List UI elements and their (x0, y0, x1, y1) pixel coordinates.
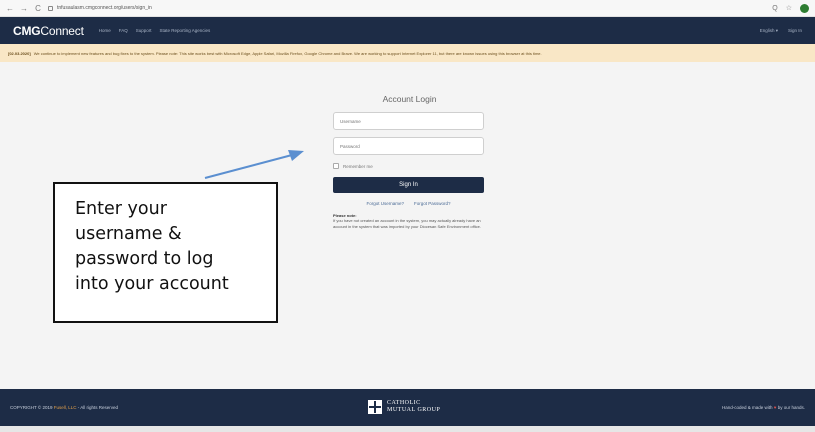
password-input[interactable] (333, 137, 484, 155)
back-icon[interactable]: ← (6, 4, 14, 13)
lock-icon (48, 5, 53, 11)
login-note: Please note: If you have not created an … (333, 213, 493, 229)
nav-link-state-agencies[interactable]: State Reporting Agencies (160, 28, 211, 33)
remember-me-label: Remember me (343, 163, 373, 169)
nav-link-home[interactable]: Home (99, 28, 111, 33)
logo-bold: CMG (13, 23, 41, 38)
username-input[interactable] (333, 112, 484, 130)
nav-link-faq[interactable]: FAQ (119, 28, 128, 33)
browser-toolbar: ← → C tnfusaulasm.cmgconnect.org/users/s… (0, 0, 815, 17)
logo-line-1: CATHOLIC (387, 400, 421, 406)
notice-banner: [02.03.2020] We continue to implement ne… (0, 44, 815, 62)
cross-icon (368, 400, 382, 414)
credit-prefix: Hand-coded & made with (721, 405, 773, 410)
browser-bottom-bar (0, 426, 815, 432)
nav-link-support[interactable]: Support (136, 28, 152, 33)
language-dropdown[interactable]: English ▾ (760, 28, 778, 34)
forgot-links: Forgot Username? Forgot Password? (333, 201, 484, 206)
reload-icon[interactable]: C (34, 4, 42, 13)
logo-line-2: MUTUAL GROUP (387, 407, 441, 413)
top-navbar: CMGConnect Home FAQ Support State Report… (0, 17, 815, 44)
forgot-username-link[interactable]: Forgot Username? (366, 201, 404, 206)
app-logo[interactable]: CMGConnect (13, 24, 84, 38)
annotation-arrow (204, 150, 304, 179)
copyright-text: COPYRIGHT © 2019 Fusell, LLC - All right… (10, 405, 118, 410)
copyright-prefix: COPYRIGHT © 2019 (10, 405, 53, 410)
instruction-callout: Enter your username & password to log in… (53, 182, 278, 323)
logo-words: CATHOLIC MUTUAL GROUP (387, 400, 440, 414)
nav-sign-in-link[interactable]: Sign In (788, 28, 802, 34)
heart-icon: ♥ (773, 405, 777, 410)
copyright-suffix: - All rights Reserved (77, 405, 119, 410)
nav-links: Home FAQ Support State Reporting Agencie… (99, 28, 211, 33)
remember-me[interactable]: Remember me (333, 163, 373, 169)
footer: COPYRIGHT © 2019 Fusell, LLC - All right… (0, 389, 815, 426)
catholic-mutual-logo: CATHOLIC MUTUAL GROUP (368, 400, 440, 414)
zoom-icon[interactable]: Q (772, 5, 777, 12)
callout-line: Enter your (75, 199, 167, 219)
remember-me-checkbox[interactable] (333, 163, 339, 169)
credit-suffix: by our hands. (777, 405, 805, 410)
notice-date: [02.03.2020] (8, 50, 31, 56)
bookmark-star-icon[interactable]: ☆ (786, 4, 792, 12)
footer-credit: Hand-coded & made with ♥ by our hands. (722, 405, 805, 410)
copyright-brand-link[interactable]: Fusell, LLC (54, 405, 77, 410)
profile-avatar[interactable] (800, 3, 809, 13)
callout-line: password to log (75, 249, 214, 269)
address-bar[interactable]: tnfusaulasm.cmgconnect.org/users/sign_in (48, 5, 766, 11)
login-title: Account Login (382, 94, 437, 104)
address-bar-url: tnfusaulasm.cmgconnect.org/users/sign_in (57, 5, 152, 11)
forgot-password-link[interactable]: Forgot Password? (414, 201, 451, 206)
notice-text: We continue to implement new features an… (33, 50, 542, 56)
sign-in-button[interactable]: Sign In (333, 177, 484, 193)
logo-rest: Connect (40, 23, 84, 38)
callout-line: into your account (75, 274, 229, 294)
forward-icon[interactable]: → (20, 4, 28, 13)
callout-line: username & (75, 224, 182, 244)
note-text: If you have not created an account in th… (333, 218, 481, 229)
